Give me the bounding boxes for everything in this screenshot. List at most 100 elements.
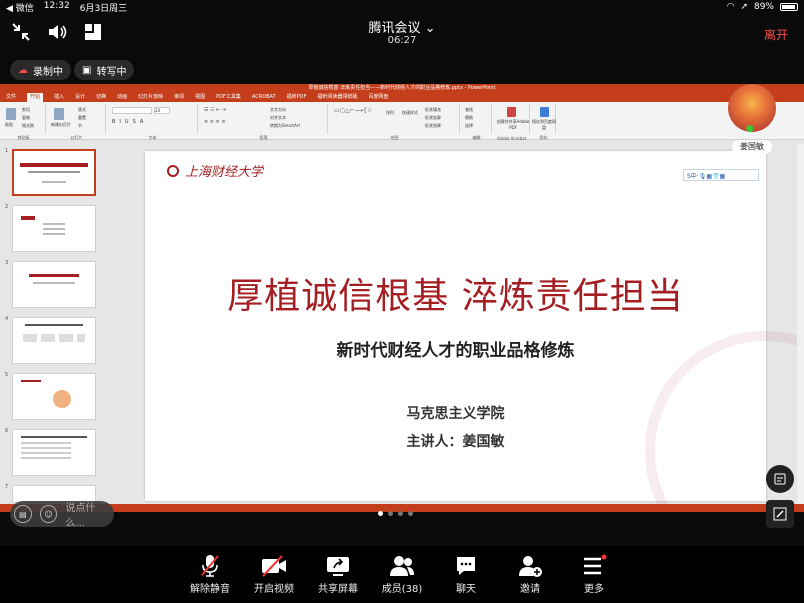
unmute-button[interactable]: 解除静音: [180, 552, 240, 595]
sogou-ime-toolbar[interactable]: S中·🎙▦👕▦: [683, 169, 759, 181]
wifi-icon: ◠: [726, 2, 735, 12]
page-dot: [378, 511, 383, 516]
danmaku-toggle-icon[interactable]: ▤: [14, 505, 32, 523]
ribbon-group-drawing: ▭○△⌐⟶{☆ 排列 快速样式 形状填充 形状轮廓 形状效果 绘图: [330, 104, 460, 140]
recording-indicator[interactable]: ☁ 录制中: [10, 60, 71, 80]
members-button[interactable]: 成员(38): [372, 552, 432, 595]
status-date: 6月3日周三: [79, 3, 128, 14]
menu-acrobat[interactable]: ACROBAT: [252, 93, 276, 102]
invite-icon: [519, 556, 542, 577]
new-slide-icon[interactable]: [54, 108, 64, 120]
chat-button[interactable]: 聊天: [436, 552, 496, 595]
chat-icon: [457, 557, 475, 575]
video-off-icon: [262, 555, 286, 577]
ppt-vertical-scrollbar[interactable]: [797, 144, 804, 504]
battery-icon: [780, 3, 798, 11]
invite-button[interactable]: 邀请: [500, 552, 560, 595]
share-screen-button[interactable]: 共享屏幕: [308, 552, 368, 595]
shapes-gallery[interactable]: ▭○△⌐⟶{☆: [334, 107, 372, 114]
comment-input[interactable]: 说点什么...: [65, 499, 114, 529]
slide-canvas[interactable]: 上海财经大学 S中·🎙▦👕▦ 厚植诚信根基 淬炼责任担当 新时代财经人才的职业品…: [145, 151, 804, 512]
ribbon-group-acrobat: 创建并共享Adobe PDF Adobe Acrobat: [494, 104, 530, 141]
reset-button[interactable]: 重置: [78, 115, 86, 121]
slide-thumbnail-5[interactable]: [12, 373, 96, 420]
university-logo-text: 上海财经大学: [185, 165, 264, 180]
ribbon-group-slides: 新建幻灯片 版式 重置 节 幻灯片: [48, 104, 106, 140]
slide-subtitle: 新时代财经人才的职业品格修炼: [336, 341, 575, 361]
ppt-menu-bar: 文件 开始 插入 设计 切换 动画 幻灯片放映 审阅 视图 PDF工具集 ACR…: [0, 93, 804, 102]
copy-button[interactable]: 复制: [22, 115, 30, 121]
menu-transitions[interactable]: 切换: [96, 93, 106, 102]
ppt-title-bar: 厚植诚信根基 淬炼责任担当——新时代财经人才的职业品格修炼.pptx - Pow…: [0, 84, 804, 93]
slide-thumbnail-panel: 1 2 3 4 5 6 7: [0, 144, 108, 504]
whiteboard-button[interactable]: [766, 465, 794, 493]
members-icon: [390, 556, 414, 576]
menu-foxit-pdf[interactable]: 福昕PDF: [287, 93, 307, 102]
font-size-select[interactable]: 24: [154, 107, 170, 114]
menu-baidu-netdisk[interactable]: 百度网盘: [368, 93, 388, 102]
meeting-timer: 06:27: [387, 35, 417, 46]
annotate-icon: [774, 473, 786, 485]
slide-speaker: 主讲人：姜国敏: [406, 434, 505, 450]
paste-icon[interactable]: [6, 108, 16, 120]
transcribing-indicator[interactable]: ▣ 转写中: [74, 60, 135, 80]
pdf-icon[interactable]: [507, 107, 516, 117]
slide-thumbnail-4[interactable]: [12, 317, 96, 364]
menu-slideshow[interactable]: 幻灯片放映: [138, 93, 163, 102]
ribbon-group-font: 24 BIUSA 字体: [108, 104, 198, 140]
align-buttons[interactable]: ≡ ≡ ≡ ≡: [204, 119, 226, 125]
font-style-buttons[interactable]: BIUSA: [112, 119, 147, 125]
page-dot: [388, 511, 393, 516]
back-to-wechat[interactable]: ◀ 微信: [6, 1, 34, 14]
comment-bar[interactable]: ▤ ☺ 说点什么...: [10, 499, 114, 529]
menu-home[interactable]: 开始: [27, 93, 44, 102]
menu-file[interactable]: 文件: [6, 93, 16, 102]
section-button[interactable]: 节: [78, 123, 82, 129]
tencent-meeting-screen: ◀ 微信 12:32 6月3日周三 ◠ ➚ 89% 腾讯会议 ⌄ 06:27 离…: [0, 0, 804, 603]
format-painter-button[interactable]: 格式刷: [22, 123, 34, 129]
transcribe-icon: ▣: [82, 64, 92, 76]
more-button[interactable]: 更多: [564, 552, 624, 595]
meeting-top-bar: 腾讯会议 ⌄ 06:27 离开: [0, 14, 804, 54]
page-dot: [408, 511, 413, 516]
pen-annotation-icon: [773, 507, 787, 521]
baidu-cloud-icon[interactable]: [540, 107, 549, 117]
university-logo-icon: [167, 165, 179, 177]
shared-screen-powerpoint: 厚植诚信根基 淬炼责任担当——新时代财经人才的职业品格修炼.pptx - Pow…: [0, 84, 804, 512]
location-icon: ➚: [740, 2, 748, 12]
speaking-mic-icon: ●: [746, 124, 754, 134]
page-dot: [398, 511, 403, 516]
ribbon-group-save: 保存到百度网盘 保存: [532, 104, 556, 140]
ribbon-group-clipboard: 粘贴 剪切 复制 格式刷 剪贴板: [2, 104, 46, 140]
meeting-title[interactable]: 腾讯会议 ⌄: [0, 17, 804, 36]
layout-button[interactable]: 版式: [78, 107, 86, 113]
slide-thumbnail-2[interactable]: [12, 205, 96, 252]
list-buttons[interactable]: ☰ ☷ ⇤ ⇥: [204, 107, 226, 113]
cut-button[interactable]: 剪切: [22, 107, 30, 113]
slide-thumbnail-1[interactable]: [12, 149, 96, 196]
fullscreen-button[interactable]: [766, 500, 794, 528]
slide-organization: 马克思主义学院: [406, 406, 505, 422]
slide-thumbnail-3[interactable]: [12, 261, 96, 308]
page-indicator: [378, 511, 413, 516]
ribbon-group-paragraph: ☰ ☷ ⇤ ⇥ ≡ ≡ ≡ ≡ 文字方向 对齐文本 转换为SmartArt 段落: [200, 104, 328, 140]
status-time: 12:32: [43, 0, 70, 11]
meeting-toolbar: 解除静音 开启视频 共享屏幕 成员(38) 聊天 邀请 更多: [0, 546, 804, 603]
menu-review[interactable]: 审阅: [174, 93, 184, 102]
menu-design[interactable]: 设计: [75, 93, 85, 102]
slide-thumbnail-6[interactable]: [12, 429, 96, 476]
leave-button[interactable]: 离开: [764, 26, 788, 43]
share-screen-icon: [327, 557, 349, 576]
menu-pdf-tools[interactable]: PDF工具集: [216, 93, 241, 102]
menu-animations[interactable]: 动画: [117, 93, 127, 102]
font-name-select[interactable]: [112, 107, 152, 114]
start-video-button[interactable]: 开启视频: [244, 552, 304, 595]
cloud-record-icon: ☁: [18, 64, 28, 76]
more-icon: [584, 554, 607, 575]
menu-view[interactable]: 视图: [195, 93, 205, 102]
status-bar: ◀ 微信 12:32 6月3日周三 ◠ ➚ 89%: [0, 0, 804, 14]
menu-insert[interactable]: 插入: [54, 93, 64, 102]
menu-foxit-reader[interactable]: 福昕阅读器领鲜版: [317, 93, 357, 102]
emoji-icon[interactable]: ☺: [39, 505, 58, 523]
chevron-down-icon: ⌄: [424, 21, 436, 36]
